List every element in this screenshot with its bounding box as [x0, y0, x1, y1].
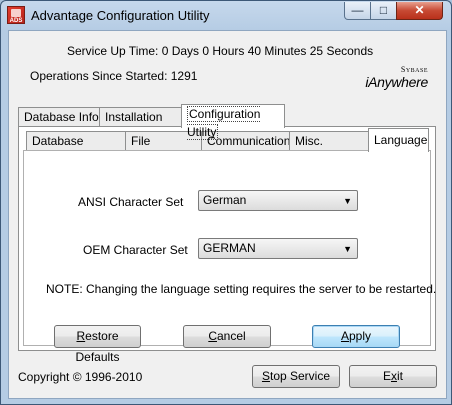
- copyright-text: Copyright © 1996-2010: [18, 370, 143, 384]
- close-button[interactable]: ✕: [396, 2, 443, 20]
- apply-mnemonic: A: [340, 329, 349, 343]
- close-icon: ✕: [414, 3, 425, 17]
- stop-text: top Service: [269, 369, 331, 383]
- restore-defaults-button[interactable]: Restore Defaults: [54, 325, 141, 364]
- ansi-selected-value: German: [203, 193, 247, 207]
- tab-installation-info[interactable]: Installation Info: [99, 107, 182, 142]
- stop-service-button[interactable]: Stop Service: [252, 365, 340, 388]
- exit-label: Exit: [383, 369, 403, 383]
- oem-label: OEM Character Set: [83, 243, 188, 257]
- sybase-logo: Sybase iAnywhere: [358, 65, 428, 90]
- language-panel: ANSI Character Set German ▼ OEM Characte…: [23, 150, 436, 346]
- app-window: ADS Advantage Configuration Utility — □ …: [0, 0, 452, 405]
- stop-mnemonic: S: [261, 369, 270, 383]
- ads-app-icon: ADS: [7, 6, 25, 24]
- uptime-text: Service Up Time: 0 Days 0 Hours 40 Minut…: [67, 44, 374, 58]
- maximize-button[interactable]: □: [370, 2, 397, 20]
- stop-service-label: Stop Service: [262, 369, 330, 383]
- chevron-down-icon: ▼: [343, 244, 352, 254]
- tab-language[interactable]: Language: [368, 128, 429, 152]
- exit-text: it: [397, 369, 403, 383]
- cancel-button[interactable]: Cancel: [183, 325, 271, 348]
- ansi-label: ANSI Character Set: [78, 195, 184, 209]
- oem-charset-select[interactable]: GERMAN ▼: [198, 238, 358, 259]
- cancel-mnemonic: C: [208, 329, 217, 343]
- tab-database-info[interactable]: Database Info: [18, 107, 100, 127]
- title-bar[interactable]: ADS Advantage Configuration Utility — □ …: [1, 1, 451, 31]
- exit-text-pre: E: [382, 369, 391, 383]
- cancel-label: Cancel: [208, 329, 245, 343]
- chevron-down-icon: ▼: [343, 196, 352, 206]
- logo-big-text: iAnywhere: [365, 74, 428, 90]
- restart-note: NOTE: Changing the language setting requ…: [46, 282, 437, 296]
- minimize-icon: —: [351, 3, 364, 17]
- client-area: Service Up Time: 0 Days 0 Hours 40 Minut…: [8, 30, 447, 399]
- tab-database-settings[interactable]: Database Settings: [26, 131, 126, 166]
- cancel-text: ancel: [216, 329, 246, 343]
- exit-button[interactable]: Exit: [349, 365, 437, 388]
- window-title: Advantage Configuration Utility: [31, 8, 210, 23]
- apply-label: Apply: [341, 329, 371, 343]
- restore-mnemonic: R: [76, 329, 86, 343]
- tab-configuration-utility[interactable]: Configuration Utility: [181, 104, 285, 140]
- minimize-button[interactable]: —: [344, 2, 371, 20]
- ansi-charset-select[interactable]: German ▼: [198, 190, 358, 211]
- tab-misc-settings[interactable]: Misc. Settings: [289, 131, 369, 166]
- tab-label: Communications: [207, 134, 297, 148]
- oem-selected-value: GERMAN: [203, 241, 256, 255]
- tab-label: Language: [374, 133, 428, 147]
- apply-button[interactable]: Apply: [312, 325, 400, 348]
- app-icon-text: ADS: [9, 18, 23, 24]
- operations-text: Operations Since Started: 1291: [30, 69, 198, 83]
- configuration-panel: Database Settings File Locations Communi…: [18, 126, 436, 351]
- tab-label: Database Info: [24, 110, 99, 124]
- maximize-icon: □: [379, 3, 388, 17]
- apply-text: pply: [349, 329, 372, 343]
- restore-defaults-label: Restore Defaults: [75, 329, 119, 364]
